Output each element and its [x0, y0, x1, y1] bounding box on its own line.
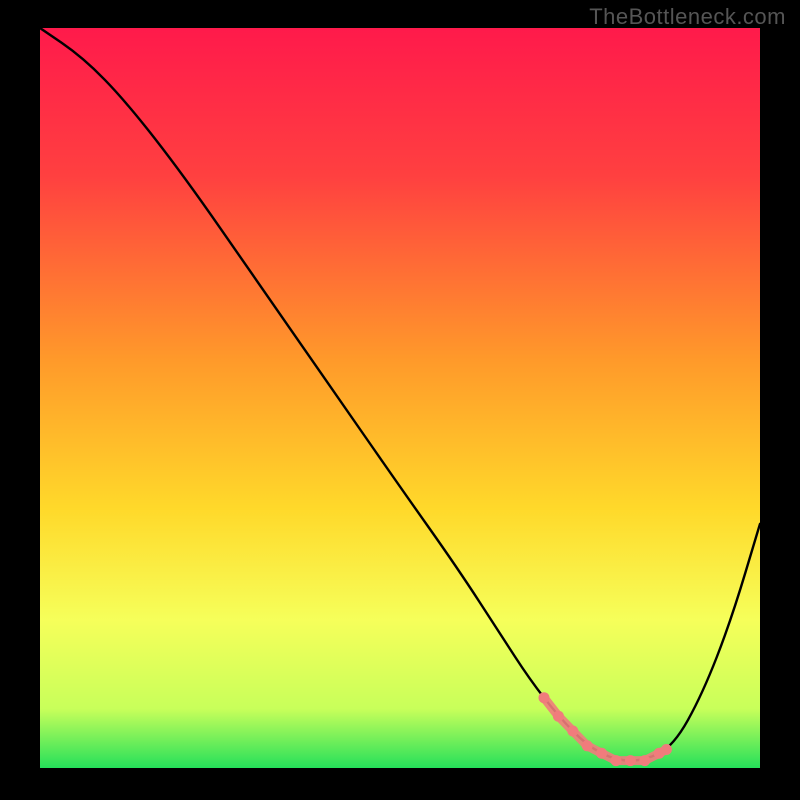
watermark-text: TheBottleneck.com	[589, 4, 786, 30]
chart-frame: TheBottleneck.com	[0, 0, 800, 800]
optimum-marker	[661, 744, 672, 755]
chart-svg	[40, 28, 760, 768]
gradient-background	[40, 28, 760, 768]
chart-plot	[40, 28, 760, 768]
